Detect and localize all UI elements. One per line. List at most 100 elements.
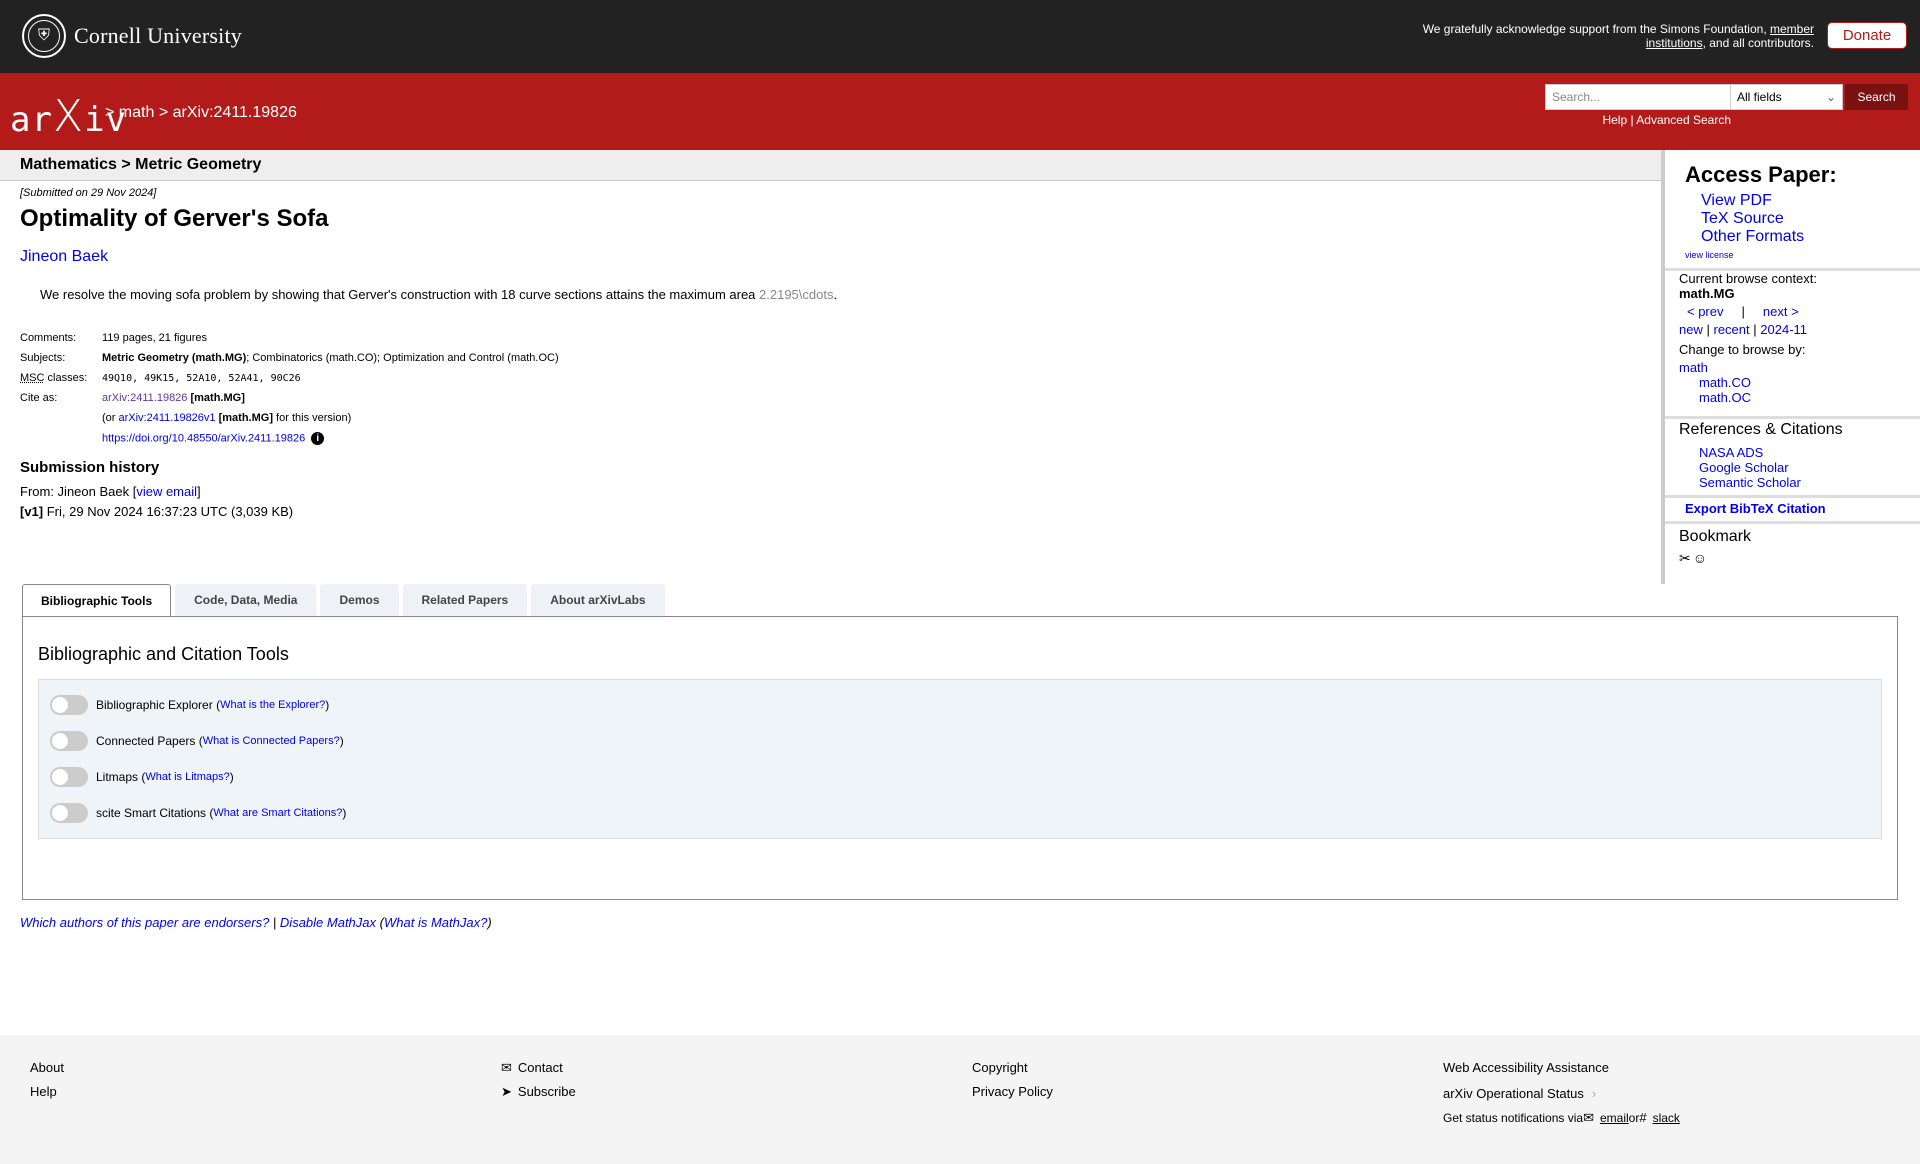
browse-math-oc-link[interactable]: math.OC [1679,390,1805,405]
footer-copyright[interactable]: Copyright [972,1056,1053,1080]
sidebar: Access Paper: View PDF TeX Source Other … [1661,150,1920,584]
footer-notify: Get status notifications via ✉ email or #… [1443,1106,1680,1130]
support-text: We gratefully acknowledge support from t… [1422,22,1814,50]
cite-id-link[interactable]: arXiv:2411.19826 [102,392,187,404]
month-link[interactable]: 2024-11 [1760,322,1807,337]
arxiv-header: arXiv > math > arXiv:2411.19826 Search..… [0,73,1920,150]
search-input[interactable]: Search... [1545,84,1731,110]
abstract: We resolve the moving sofa problem by sh… [40,287,838,302]
msc-row: MSC classes: 49Q10, 49K15, 52A10, 52A41, … [20,372,301,384]
breadcrumb-math[interactable]: math [119,104,155,121]
explorer-info-link[interactable]: What is the Explorer? [220,699,325,711]
endorsers-line: Which authors of this paper are endorser… [20,915,492,930]
google-scholar-link[interactable]: Google Scholar [1699,460,1801,475]
submission-v1: [v1] Fri, 29 Nov 2024 16:37:23 UTC (3,03… [20,504,294,519]
access-heading: Access Paper: [1685,162,1837,187]
envelope-icon: ✉ [501,1060,512,1075]
endorsers-link[interactable]: Which authors of this paper are endorser… [20,915,269,930]
next-link[interactable]: next > [1763,304,1799,319]
footer-col-4: Web Accessibility Assistance arXiv Opera… [1443,1056,1680,1130]
search-field-select[interactable]: All fields ⌄ [1731,84,1843,110]
view-pdf-link[interactable]: View PDF [1701,192,1804,210]
top-banner: ⛨ Cornell University We gratefully ackno… [0,0,1920,73]
view-email-link[interactable]: view email [136,484,197,499]
advanced-search-link[interactable]: Advanced Search [1636,113,1731,127]
cite-version-row: (or arXiv:2411.19826v1 [math.MG] for thi… [102,412,352,424]
scite-info-link[interactable]: What are Smart Citations? [213,807,342,819]
search-help: Help | Advanced Search [1602,113,1731,127]
info-icon[interactable]: i [311,431,325,445]
footer-col-1: About Help [30,1056,64,1104]
footer-col-2: ✉ Contact ➤ Subscribe [501,1056,576,1104]
scite-toggle[interactable] [50,803,88,823]
envelope-icon: ✉ [1583,1110,1594,1125]
donate-button[interactable]: Donate [1827,22,1907,49]
view-license-link[interactable]: view license [1685,250,1734,260]
tab-code-data-media[interactable]: Code, Data, Media [175,584,317,616]
refs-links: NASA ADS Google Scholar Semantic Scholar [1699,445,1801,490]
browse-context: Current browse context: math.MG [1679,271,1818,301]
what-is-mathjax-link[interactable]: What is MathJax? [384,915,487,930]
subjects-row: Subjects: Metric Geometry (math.MG); Comb… [20,352,559,364]
footer-help[interactable]: Help [30,1080,64,1104]
reddit-icon[interactable]: ☺ [1693,550,1707,567]
footer-about[interactable]: About [30,1056,64,1080]
disable-mathjax-link[interactable]: Disable MathJax [280,915,376,930]
help-link[interactable]: Help [1602,113,1627,127]
status-email-link[interactable]: email [1600,1106,1629,1130]
export-bibtex-link[interactable]: Export BibTeX Citation [1685,501,1826,516]
tab-bibliographic-tools[interactable]: Bibliographic Tools [22,584,172,617]
tool-row-explorer: Bibliographic Explorer (What is the Expl… [50,695,329,715]
slack-icon: # [1639,1110,1647,1125]
footer-contact[interactable]: ✉ Contact [501,1056,576,1080]
author-link[interactable]: Jineon Baek [20,248,108,265]
explorer-toggle[interactable] [50,695,88,715]
footer-col-3: Copyright Privacy Policy [972,1056,1053,1104]
cornell-logo[interactable]: ⛨ Cornell University [22,14,242,58]
footer-subscribe[interactable]: ➤ Subscribe [501,1080,576,1104]
other-formats-link[interactable]: Other Formats [1701,228,1804,246]
litmaps-info-link[interactable]: What is Litmaps? [145,771,229,783]
tab-demos[interactable]: Demos [320,584,399,616]
footer-accessibility[interactable]: Web Accessibility Assistance [1443,1056,1680,1080]
browse-math-co-link[interactable]: math.CO [1679,375,1805,390]
chevron-down-icon: ⌄ [1825,90,1836,104]
tools-box: Bibliographic Explorer (What is the Expl… [38,679,1882,839]
labs-tabs: Bibliographic Tools Code, Data, Media De… [22,584,669,617]
footer-status[interactable]: arXiv Operational Status › [1443,1082,1680,1106]
chevron-right-icon: › [1591,1086,1597,1101]
subject-subheader: Mathematics > Metric Geometry [0,150,1661,181]
footer-privacy[interactable]: Privacy Policy [972,1080,1053,1104]
refs-heading: References & Citations [1679,421,1843,438]
tab-about-arxivlabs[interactable]: About arXivLabs [531,584,665,616]
tex-source-link[interactable]: TeX Source [1701,210,1804,228]
footer: About Help ✉ Contact ➤ Subscribe Copyright… [0,1035,1920,1164]
prev-link[interactable]: < prev [1687,304,1724,319]
connected-papers-info-link[interactable]: What is Connected Papers? [203,735,340,747]
change-browse: Change to browse by: math math.CO math.O… [1679,342,1806,405]
paper-plane-icon: ➤ [501,1084,512,1099]
metadata-table: Comments: 119 pages, 21 figures Subjects:… [20,328,559,448]
cornell-seal-icon: ⛨ [22,14,66,58]
abstract-math: 2.2195\cdots [759,287,834,302]
tool-row-litmaps: Litmaps (What is Litmaps?) [50,767,234,787]
litmaps-toggle[interactable] [50,767,88,787]
submission-from: From: Jineon Baek [view email] [20,484,201,499]
status-slack-link[interactable]: slack [1653,1106,1680,1130]
tab-related-papers[interactable]: Related Papers [402,584,528,616]
bibsonomy-icon[interactable]: ✂ [1679,550,1691,567]
connected-papers-toggle[interactable] [50,731,88,751]
search-form: Search... All fields ⌄ Search [1545,84,1908,110]
semantic-scholar-link[interactable]: Semantic Scholar [1699,475,1801,490]
new-link[interactable]: new [1679,322,1703,337]
cite-v1-link[interactable]: arXiv:2411.19826v1 [119,412,216,424]
submission-history-heading: Submission history [20,459,160,476]
search-button[interactable]: Search [1845,84,1908,110]
bookmark-heading: Bookmark [1679,528,1752,545]
browse-math-link[interactable]: math [1679,360,1805,375]
nasa-ads-link[interactable]: NASA ADS [1699,445,1801,460]
cite-row: Cite as: arXiv:2411.19826 [math.MG] [20,392,245,404]
doi-row: https://doi.org/10.48550/arXiv.2411.1982… [20,428,559,448]
recent-link[interactable]: recent [1714,322,1750,337]
doi-link[interactable]: https://doi.org/10.48550/arXiv.2411.1982… [102,432,305,444]
